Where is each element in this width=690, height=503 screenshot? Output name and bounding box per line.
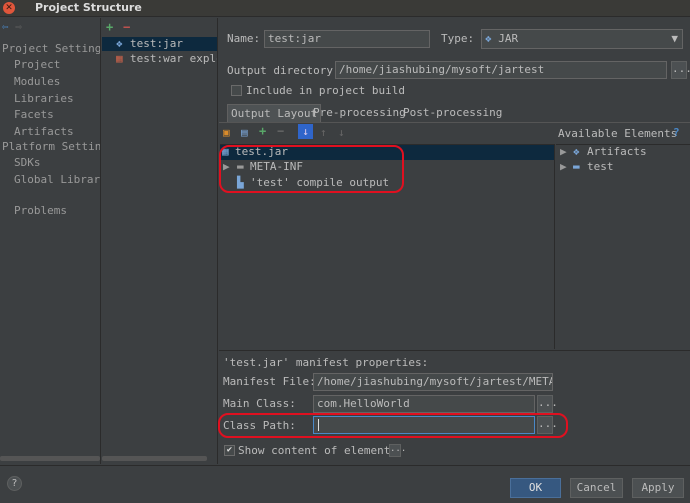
remove-artifact-button[interactable]: − [123,20,130,34]
settings-navigation: ⇦ ⇨ Project Setting Project Modules Libr… [0,18,101,464]
platform-settings-header: Platform Settin [2,140,101,153]
nav-scrollbar[interactable] [0,456,100,461]
output-layout-tree[interactable]: ▦ test.jar ▶ ▬ META-INF ▙ 'test' compile… [220,144,555,349]
window-title: Project Structure [35,1,142,14]
manifest-divider [219,350,690,351]
apply-button[interactable]: Apply [632,478,684,498]
folder-icon: ▬ [237,160,244,173]
name-input[interactable]: test:jar [264,30,430,48]
tab-pre-processing[interactable]: Pre-processing [310,104,409,122]
help-button[interactable]: ? [7,476,22,491]
artifact-item-test-jar[interactable]: ❖ test:jar [102,37,217,51]
main-class-label: Main Class: [223,397,296,410]
nav-item-artifacts[interactable]: Artifacts [14,125,74,138]
available-item-test[interactable]: ▶ ▬ test [556,160,690,175]
remove-element-icon[interactable]: − [277,124,284,138]
class-path-input[interactable] [313,416,535,434]
artifacts-list-panel: + − ❖ test:jar ▦ test:war explode [102,18,218,464]
artifact-settings-panel: Name: test:jar Type: ❖ JAR ▼ Output dire… [219,18,690,464]
main-class-input[interactable]: com.HelloWorld [313,395,535,413]
jar-icon: ▦ [222,145,229,158]
tree-row-label: test.jar [235,145,288,158]
add-element-icon[interactable]: + [259,124,266,138]
archive-icon[interactable]: ▤ [241,126,248,139]
artifacts-scrollbar[interactable] [102,456,207,461]
show-content-checkbox[interactable]: ✔ [224,445,235,456]
show-content-label: Show content of elements [238,444,397,457]
nav-item-problems[interactable]: Problems [14,204,67,217]
output-directory-label: Output directory: [227,64,340,77]
nav-item-modules[interactable]: Modules [14,75,60,88]
module-output-icon: ▙ [237,176,244,189]
module-folder-icon: ▬ [573,160,580,173]
forward-arrow-icon[interactable]: ⇨ [15,20,22,33]
tree-row-label: META-INF [250,160,303,173]
type-value: JAR [498,32,519,45]
artifact-icon: ❖ [573,145,580,158]
move-down-icon[interactable]: ↓ [338,126,345,139]
include-in-build-label: Include in project build [246,84,405,97]
output-directory-input[interactable]: /home/jiashubing/mysoft/jartest [335,61,667,79]
add-artifact-button[interactable]: + [106,20,113,34]
manifest-file-label: Manifest File: [223,375,316,388]
tree-row-test-jar[interactable]: ▦ test.jar [220,145,554,160]
title-bar: ✕ Project Structure [0,0,690,17]
nav-item-sdks[interactable]: SDKs [14,156,41,169]
jar-icon: ❖ [116,37,123,50]
available-item-artifacts[interactable]: ▶ ❖ Artifacts [556,145,690,160]
tab-output-layout[interactable]: Output Layout [227,104,322,122]
back-arrow-icon[interactable]: ⇦ [2,20,9,33]
include-in-build-checkbox[interactable] [231,85,242,96]
manifest-file-input[interactable]: /home/jiashubing/mysoft/jartest/META-IN [313,373,553,391]
project-settings-header: Project Setting [2,42,101,55]
text-cursor [318,419,319,431]
ok-button[interactable]: OK [510,478,561,498]
tab-divider [219,122,690,123]
artifact-label: test:jar [130,37,183,50]
jar-icon: ❖ [485,32,492,45]
artifact-label: test:war explode [130,52,217,65]
expand-arrow-icon[interactable]: ▶ [560,145,567,158]
nav-item-facets[interactable]: Facets [14,108,54,121]
sort-elements-icon[interactable]: ↓ [298,124,313,139]
create-directory-icon[interactable]: ▣ [223,126,230,139]
manifest-header: 'test.jar' manifest properties: [223,356,429,369]
main-class-browse-button[interactable]: ... [537,395,558,413]
available-elements-label: Available Elements [558,127,678,140]
nav-item-libraries[interactable]: Libraries [14,92,74,105]
tab-post-processing[interactable]: Post-processing [400,104,505,122]
cancel-button[interactable]: Cancel [570,478,623,498]
available-elements-help-icon[interactable]: ? [673,126,680,139]
expand-arrow-icon[interactable]: ▶ [560,160,567,173]
tree-row-meta-inf[interactable]: ▶ ▬ META-INF [220,160,554,175]
nav-item-project[interactable]: Project [14,58,60,71]
move-up-icon[interactable]: ↑ [320,126,327,139]
available-elements-tree[interactable]: ▶ ❖ Artifacts ▶ ▬ test [556,144,690,349]
type-select[interactable]: ❖ JAR ▼ [481,29,683,49]
war-icon: ▦ [116,52,123,65]
expand-arrow-icon[interactable]: ▶ [223,160,230,173]
nav-history-arrows: ⇦ ⇨ [2,20,22,33]
class-path-browse-button[interactable]: ... [537,416,558,434]
artifact-item-test-war-exploded[interactable]: ▦ test:war explode [102,52,217,66]
type-label: Type: [441,32,475,45]
dropdown-arrow-icon: ▼ [671,32,678,45]
show-content-options-button[interactable]: ... [389,444,406,457]
output-directory-browse-button[interactable]: ... [671,61,690,79]
tree-row-label: test [587,160,614,173]
tree-row-label: Artifacts [587,145,647,158]
tree-row-compile-output[interactable]: ▙ 'test' compile output [220,176,554,191]
class-path-label: Class Path: [223,419,296,432]
close-window-icon[interactable]: ✕ [3,2,15,14]
nav-item-global-libraries[interactable]: Global Librarie [14,173,100,186]
name-label: Name: [227,32,261,45]
tree-row-label: 'test' compile output [250,176,390,189]
